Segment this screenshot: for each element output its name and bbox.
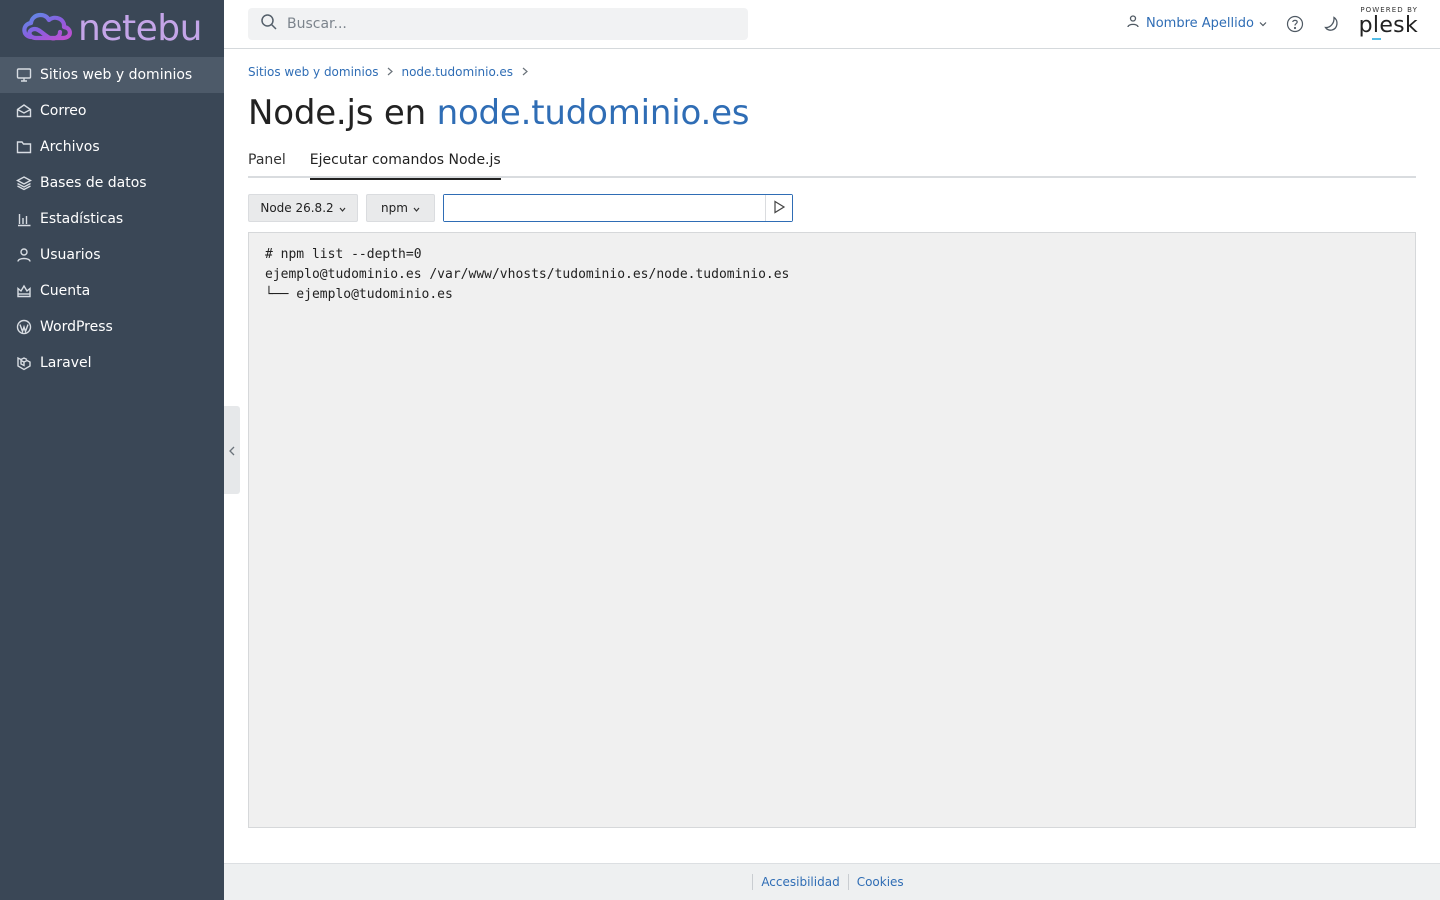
- moon-icon: [1323, 16, 1341, 37]
- search-box: [248, 8, 748, 40]
- bar-chart-icon: [16, 211, 32, 227]
- node-version-label: Node 26.8.2: [260, 201, 334, 215]
- sidebar-item-label: Cuenta: [40, 283, 91, 299]
- footer: Accesibilidad Cookies: [224, 863, 1440, 900]
- sidebar-item-label: Correo: [40, 103, 87, 119]
- chevron-down-icon: [1254, 16, 1267, 31]
- breadcrumb-link-domain[interactable]: node.tudominio.es: [401, 65, 513, 79]
- chevron-down-icon: [408, 201, 420, 215]
- console-line: └── ejemplo@tudominio.es: [265, 287, 453, 302]
- chevron-right-icon: [378, 65, 401, 79]
- node-version-dropdown[interactable]: Node 26.8.2: [248, 194, 358, 222]
- search-icon: [260, 13, 278, 35]
- sidebar-item-statistics[interactable]: Estadísticas: [0, 201, 224, 237]
- user-icon: [1126, 14, 1146, 32]
- sidebar-item-label: Laravel: [40, 355, 92, 371]
- sidebar-item-laravel[interactable]: Laravel: [0, 345, 224, 381]
- console-line: ejemplo@tudominio.es /var/www/vhosts/tud…: [265, 267, 790, 282]
- sidebar-item-label: Bases de datos: [40, 175, 147, 191]
- cloud-logo-icon: [18, 7, 76, 51]
- sidebar-item-label: Sitios web y dominios: [40, 67, 193, 83]
- sidebar-item-label: Estadísticas: [40, 211, 124, 227]
- page-title-domain: node.tudominio.es: [436, 93, 750, 133]
- page-title: Node.js en node.tudominio.es: [248, 91, 1416, 135]
- crown-icon: [16, 283, 32, 299]
- brand-logo[interactable]: netebu: [0, 0, 224, 57]
- breadcrumb-link-websites[interactable]: Sitios web y dominios: [248, 65, 378, 79]
- tab-bar: Panel Ejecutar comandos Node.js: [248, 152, 1416, 180]
- console-output: # npm list --depth=0 ejemplo@tudominio.es…: [248, 232, 1416, 828]
- search-input[interactable]: [287, 16, 727, 32]
- help-button[interactable]: [1286, 15, 1304, 33]
- user-icon: [16, 247, 32, 263]
- wordpress-icon: [16, 319, 32, 335]
- tab-panel[interactable]: Panel: [248, 152, 286, 178]
- sidebar-item-wordpress[interactable]: WordPress: [0, 309, 224, 345]
- footer-link-cookies[interactable]: Cookies: [847, 874, 912, 890]
- chevron-right-icon: [513, 65, 536, 79]
- theme-toggle-button[interactable]: [1323, 15, 1341, 33]
- plesk-accent: [1372, 38, 1381, 40]
- sidebar-item-label: Usuarios: [40, 247, 101, 263]
- package-manager-label: npm: [381, 201, 408, 215]
- run-command-button[interactable]: [765, 195, 792, 221]
- chevron-down-icon: [334, 201, 346, 215]
- sidebar-item-users[interactable]: Usuarios: [0, 237, 224, 273]
- sidebar-item-websites[interactable]: Sitios web y dominios: [0, 57, 224, 93]
- play-icon: [772, 199, 786, 218]
- sidebar-item-label: Archivos: [40, 139, 100, 155]
- sidebar-item-databases[interactable]: Bases de datos: [0, 165, 224, 201]
- layers-icon: [16, 175, 32, 191]
- brand-name: netebu: [78, 8, 202, 49]
- sidebar-collapse-handle[interactable]: [224, 406, 240, 494]
- console-line: # npm list --depth=0: [265, 247, 422, 262]
- monitor-icon: [16, 67, 32, 83]
- help-icon: [1286, 15, 1304, 37]
- chevron-left-icon: [228, 441, 236, 460]
- laravel-icon: [16, 355, 32, 371]
- package-manager-dropdown[interactable]: npm: [366, 194, 435, 222]
- sidebar-item-mail[interactable]: Correo: [0, 93, 224, 129]
- command-input-group: [443, 194, 793, 222]
- sidebar-item-files[interactable]: Archivos: [0, 129, 224, 165]
- folder-icon: [16, 139, 32, 155]
- top-header: Nombre Apellido POWERED BY plesk: [224, 0, 1440, 49]
- page-title-prefix: Node.js en: [248, 93, 426, 133]
- plesk-logo[interactable]: POWERED BY plesk: [1358, 6, 1418, 42]
- breadcrumb: Sitios web y dominios node.tudominio.es: [248, 65, 1416, 79]
- command-input[interactable]: [444, 195, 765, 221]
- plesk-wordmark: plesk: [1358, 13, 1418, 38]
- sidebar-item-account[interactable]: Cuenta: [0, 273, 224, 309]
- mail-icon: [16, 103, 32, 119]
- footer-link-accessibility[interactable]: Accesibilidad: [752, 874, 847, 890]
- sidebar: netebu Sitios web y dominios Correo Arch…: [0, 0, 224, 900]
- command-controls: Node 26.8.2 npm: [248, 194, 1416, 222]
- sidebar-item-label: WordPress: [40, 319, 113, 335]
- tab-run-commands[interactable]: Ejecutar comandos Node.js: [309, 152, 501, 180]
- user-menu[interactable]: Nombre Apellido: [1126, 14, 1267, 32]
- sidebar-nav: Sitios web y dominios Correo Archivos Ba…: [0, 57, 224, 381]
- user-name: Nombre Apellido: [1146, 15, 1254, 31]
- main-content: Sitios web y dominios node.tudominio.es …: [248, 49, 1416, 828]
